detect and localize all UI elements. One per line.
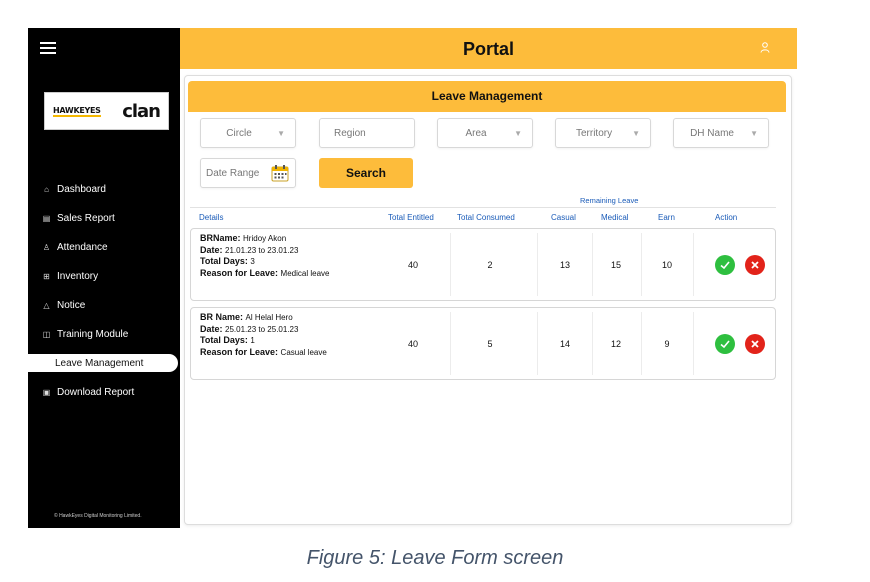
sidebar-item-label: Download Report <box>57 387 135 398</box>
sidebar-item-label: Dashboard <box>57 184 106 195</box>
col-earn: Earn <box>658 213 675 222</box>
casual-value: 14 <box>559 339 570 349</box>
earn-value: 10 <box>661 260 672 270</box>
row-details: BR Name: Al Helal Hero Date: 25.01.23 to… <box>200 312 327 357</box>
table-row: BR Name: Al Helal Hero Date: 25.01.23 to… <box>190 307 776 380</box>
col-casual: Casual <box>551 213 576 222</box>
sidebar: HAWKEYES clan ⌂ Dashboard ▤ Sales Report… <box>28 28 180 528</box>
sidebar-item-inventory[interactable]: ⊞ Inventory <box>28 262 180 291</box>
logo-hawkeyes: HAWKEYES <box>53 105 101 117</box>
territory-select[interactable]: Territory ▼ <box>555 118 651 148</box>
leave-management-card: Leave Management Circle ▼ Region Area ▼ … <box>184 75 792 525</box>
table-row: BRName: Hridoy Akon Date: 21.01.23 to 23… <box>190 228 776 301</box>
reject-button[interactable] <box>745 255 765 275</box>
chart-icon: ▤ <box>42 214 51 223</box>
sidebar-item-download-report[interactable]: ▣ Download Report <box>28 378 180 407</box>
divider <box>190 207 776 208</box>
sidebar-item-notice[interactable]: △ Notice <box>28 291 180 320</box>
close-icon <box>751 261 759 269</box>
search-button[interactable]: Search <box>319 158 413 188</box>
close-icon <box>751 340 759 348</box>
col-total-entitled: Total Entitled <box>388 213 434 222</box>
top-bar: Portal <box>180 28 797 69</box>
date-range-field[interactable]: Date Range <box>200 158 296 188</box>
medical-value: 15 <box>610 260 621 270</box>
sidebar-item-label: Leave Management <box>55 357 144 369</box>
logo: HAWKEYES clan <box>44 92 169 130</box>
sidebar-item-leave-management[interactable]: Leave Management <box>28 354 178 372</box>
figure-caption: Figure 5: Leave Form screen <box>306 547 564 569</box>
section-title: Leave Management <box>188 81 786 112</box>
calendar-icon[interactable] <box>271 164 289 182</box>
sidebar-nav: ⌂ Dashboard ▤ Sales Report ♙ Attendance … <box>28 175 180 407</box>
medical-value: 12 <box>610 339 621 349</box>
download-icon: ▣ <box>42 388 51 397</box>
earn-value: 9 <box>664 339 670 349</box>
total-entitled-value: 40 <box>407 339 418 349</box>
chevron-down-icon: ▼ <box>514 128 522 138</box>
sidebar-item-label: Sales Report <box>57 213 115 224</box>
bell-icon: △ <box>43 301 50 310</box>
box-icon: ⊞ <box>43 272 50 281</box>
sidebar-item-label: Inventory <box>57 271 99 282</box>
remaining-leave-label: Remaining Leave <box>580 196 639 205</box>
copyright-text: © HawkEyes Digital Monitoring Limited. <box>54 513 142 519</box>
reject-button[interactable] <box>745 334 765 354</box>
total-consumed-value: 5 <box>487 339 493 349</box>
region-input[interactable]: Region <box>319 118 415 148</box>
approve-button[interactable] <box>715 255 735 275</box>
col-details: Details <box>199 213 224 222</box>
menu-icon[interactable] <box>40 42 56 54</box>
col-action: Action <box>715 213 738 222</box>
check-icon <box>720 261 730 270</box>
training-icon: ◫ <box>42 330 51 339</box>
chevron-down-icon: ▼ <box>750 128 758 138</box>
check-icon <box>720 340 730 349</box>
home-icon: ⌂ <box>44 185 49 194</box>
sidebar-item-attendance[interactable]: ♙ Attendance <box>28 233 180 262</box>
chevron-down-icon: ▼ <box>632 128 640 138</box>
sidebar-item-label: Training Module <box>57 329 129 340</box>
circle-select[interactable]: Circle ▼ <box>200 118 296 148</box>
logo-clan: clan <box>122 100 161 122</box>
sidebar-item-dashboard[interactable]: ⌂ Dashboard <box>28 175 180 204</box>
approve-button[interactable] <box>715 334 735 354</box>
area-select[interactable]: Area ▼ <box>437 118 533 148</box>
chevron-down-icon: ▼ <box>277 128 285 138</box>
total-entitled-value: 40 <box>407 260 418 270</box>
col-medical: Medical <box>601 213 629 222</box>
dh-name-select[interactable]: DH Name ▼ <box>673 118 769 148</box>
casual-value: 13 <box>559 260 570 270</box>
row-details: BRName: Hridoy Akon Date: 21.01.23 to 23… <box>200 233 330 278</box>
user-icon[interactable] <box>760 42 770 53</box>
app-window: HAWKEYES clan ⌂ Dashboard ▤ Sales Report… <box>28 28 797 528</box>
sidebar-item-training-module[interactable]: ◫ Training Module <box>28 320 180 349</box>
person-icon: ♙ <box>42 243 51 252</box>
sidebar-item-sales-report[interactable]: ▤ Sales Report <box>28 204 180 233</box>
sidebar-item-label: Attendance <box>57 242 108 253</box>
page-title: Portal <box>462 39 514 59</box>
total-consumed-value: 2 <box>487 260 493 270</box>
col-total-consumed: Total Consumed <box>457 213 515 222</box>
sidebar-item-label: Notice <box>57 300 86 311</box>
